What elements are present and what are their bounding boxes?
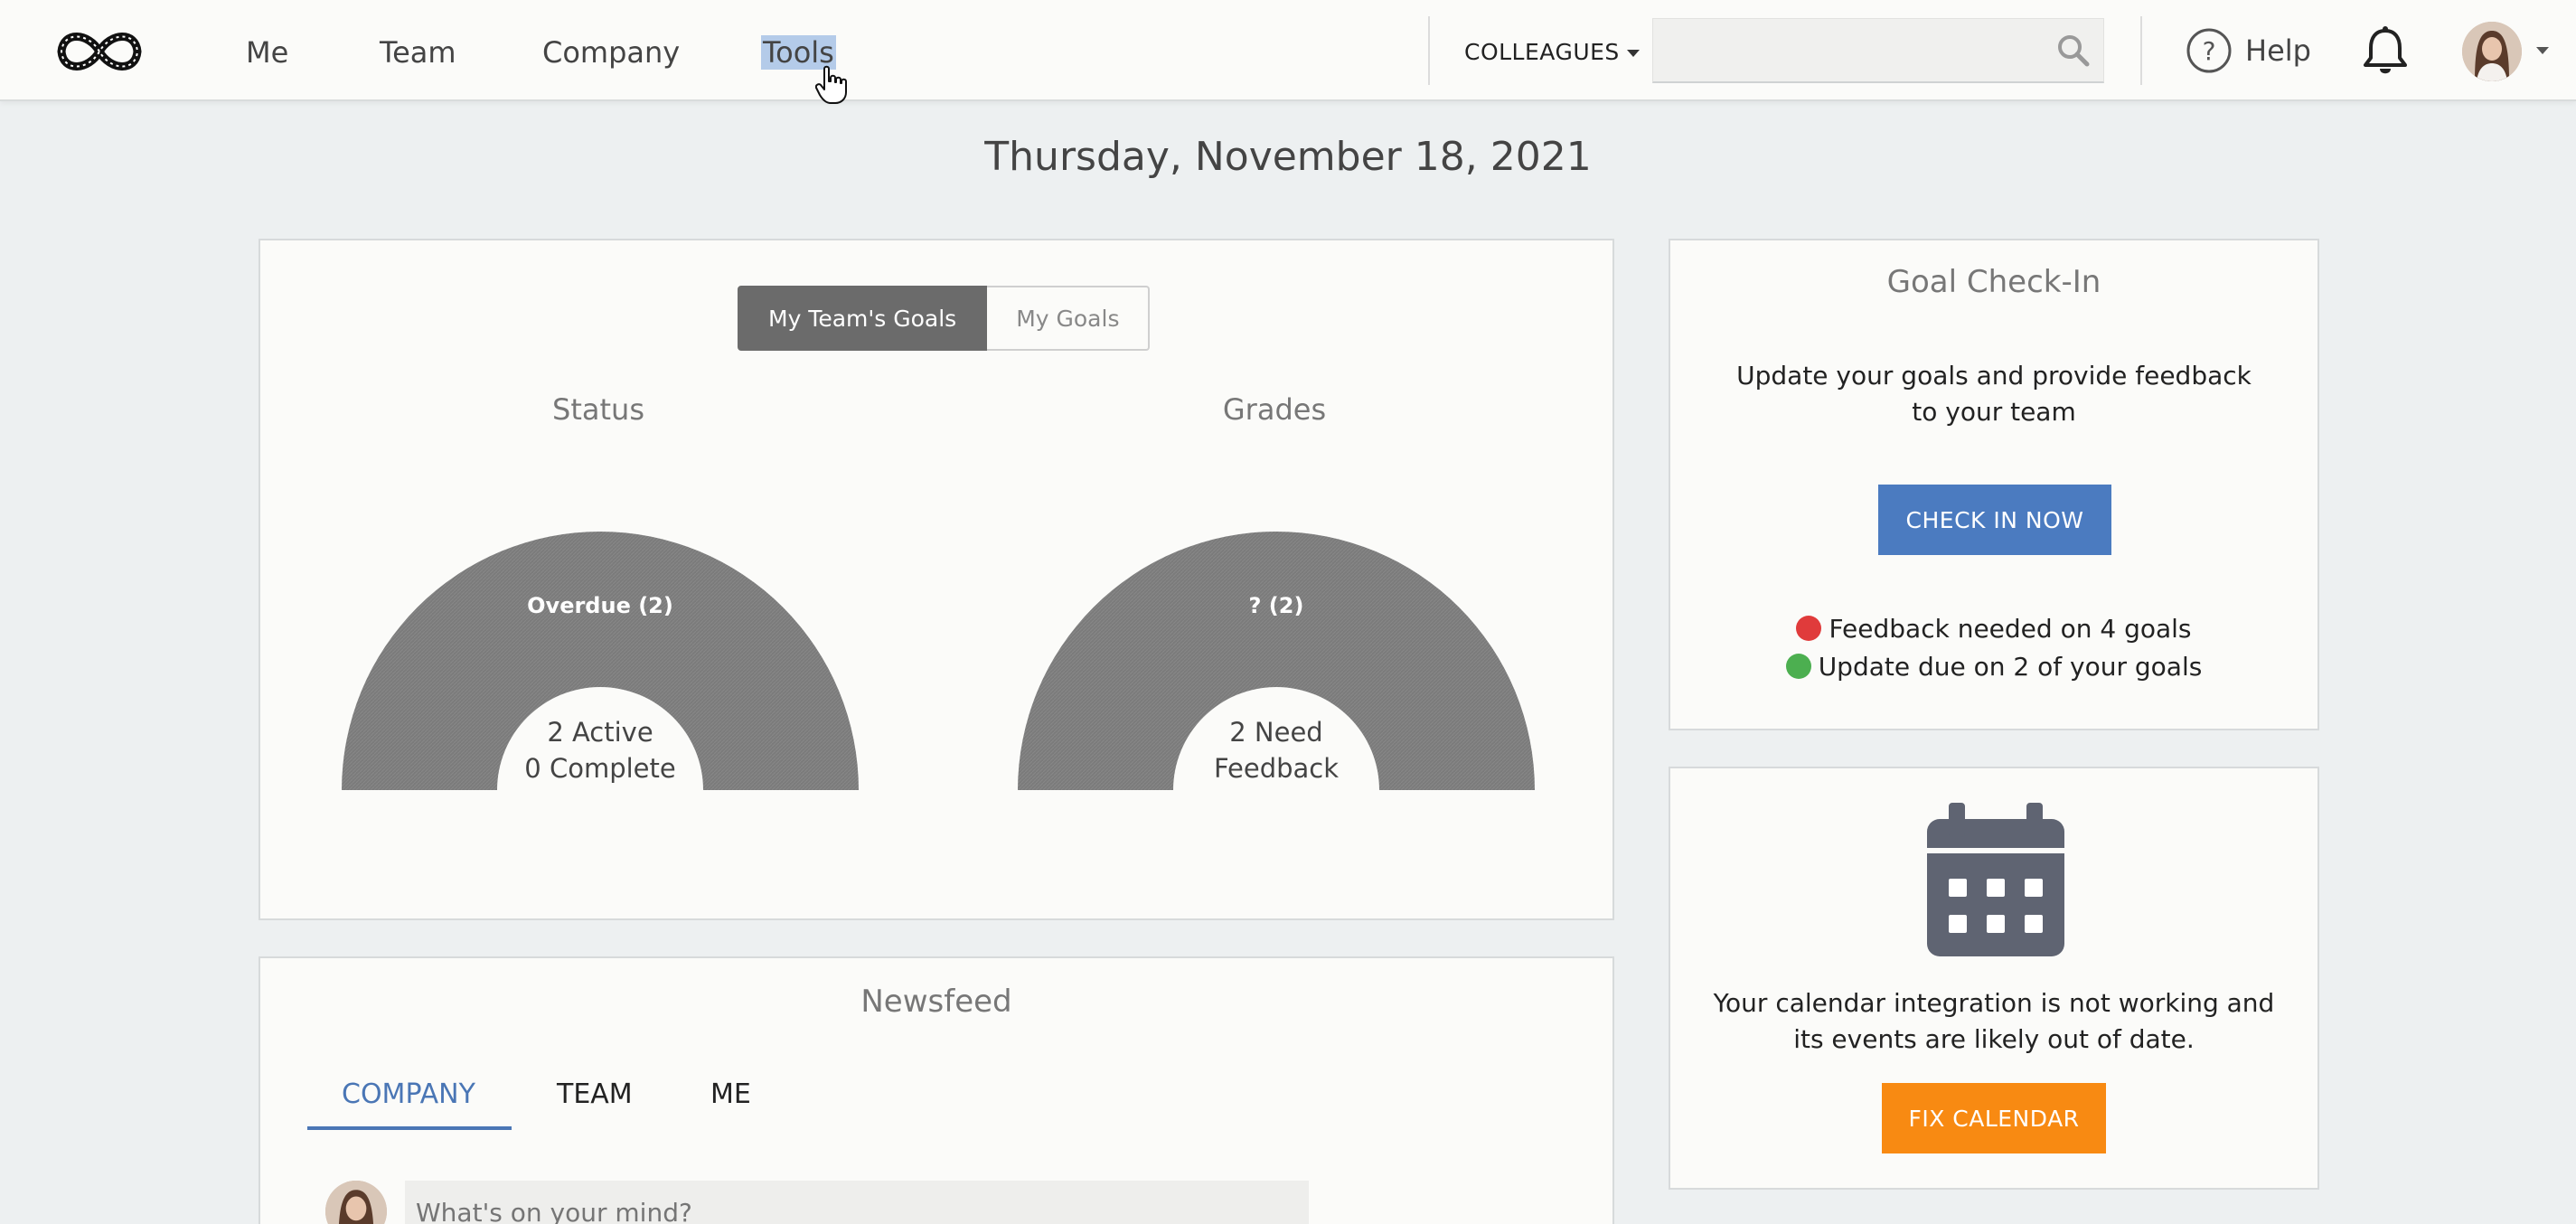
tab-team[interactable]: TEAM [557, 1072, 633, 1117]
grades-gauge-center-line1: 2 Need [1229, 717, 1323, 748]
my-goals-button[interactable]: My Goals [987, 286, 1151, 351]
grades-gauge-center-line2: Feedback [1213, 753, 1340, 784]
search-box [1652, 18, 2104, 83]
nav-item-team[interactable]: Team [380, 33, 456, 72]
checkin-description-line1: Update your goals and provide feedback [1736, 361, 2252, 391]
nav-item-company-label: Company [542, 35, 681, 70]
check-in-now-button[interactable]: CHECK IN NOW [1878, 485, 2111, 555]
tab-company[interactable]: COMPANY [342, 1072, 475, 1117]
goals-toggle: My Team's Goals My Goals [738, 286, 1151, 351]
colleagues-dropdown[interactable]: COLLEAGUES [1464, 34, 1640, 71]
status-gauge-segment-label: Overdue (2) [527, 593, 673, 618]
green-status-dot-icon [1785, 654, 1811, 679]
colleague-search-input[interactable] [1653, 19, 2042, 80]
question-circle-icon[interactable]: ? [2186, 27, 2233, 74]
status-gauge-title: Status [552, 392, 644, 427]
user-avatar[interactable] [2462, 22, 2522, 81]
nav-item-me-label: Me [246, 35, 289, 70]
status-gauge-center-line2: 0 Complete [524, 753, 676, 784]
checkin-title: Goal Check-In [1886, 264, 2101, 300]
avatar-image-icon [2462, 22, 2522, 81]
checkin-description: Update your goals and provide feedback t… [1725, 358, 2263, 430]
infinity-logo-icon[interactable] [52, 20, 146, 83]
goal-checkin-panel: Goal Check-In Update your goals and prov… [1669, 239, 2319, 730]
grades-gauge-segment-label: ? (2) [1248, 593, 1304, 618]
calendar-warning-line2: its events are likely out of date. [1793, 1024, 2195, 1054]
chevron-down-icon [1626, 50, 1640, 57]
checkin-description-line2: to your team [1912, 397, 2076, 427]
calendar-warning-text: Your calendar integration is not working… [1706, 985, 2281, 1058]
red-status-dot-icon [1796, 616, 1822, 641]
help-link[interactable]: Help [2245, 31, 2311, 71]
chevron-down-icon[interactable] [2536, 47, 2549, 54]
update-due-status: Update due on 2 of your goals [1670, 649, 2317, 685]
colleagues-label: COLLEAGUES [1464, 39, 1620, 65]
calendar-integration-panel: Your calendar integration is not working… [1669, 767, 2319, 1190]
post-author-avatar [325, 1181, 387, 1224]
fix-calendar-button[interactable]: FIX CALENDAR [1882, 1083, 2106, 1153]
nav-item-company[interactable]: Company [542, 33, 680, 72]
active-tab-underline [307, 1126, 512, 1130]
feedback-needed-text: Feedback needed on 4 goals [1829, 614, 2192, 644]
calendar-warning-line1: Your calendar integration is not working… [1713, 988, 2275, 1018]
hand-cursor-icon [815, 65, 847, 104]
nav-item-team-label: Team [380, 35, 456, 70]
top-navigation-bar: Me Team Company Tools COLLEAGUES ? Help [0, 0, 2576, 104]
avatar-image-icon [325, 1181, 387, 1224]
update-due-text: Update due on 2 of your goals [1818, 652, 2203, 682]
current-date: Thursday, November 18, 2021 [984, 134, 1592, 180]
status-gauge-center-line1: 2 Active [547, 717, 653, 748]
notification-bell-icon[interactable] [2361, 25, 2410, 78]
goals-summary-panel: My Team's Goals My Goals Status Grades O… [259, 239, 1614, 920]
calendar-icon [1927, 803, 2064, 956]
grades-gauge-title: Grades [1222, 392, 1327, 427]
nav-divider [1428, 16, 1430, 85]
feedback-needed-status: Feedback needed on 4 goals [1670, 611, 2317, 647]
svg-text:?: ? [2203, 36, 2216, 66]
nav-divider [2140, 16, 2142, 85]
nav-item-me[interactable]: Me [246, 33, 288, 72]
my-teams-goals-button[interactable]: My Team's Goals [738, 286, 988, 351]
tab-me[interactable]: ME [710, 1072, 751, 1117]
newsfeed-title: Newsfeed [860, 984, 1012, 1020]
newsfeed-panel: Newsfeed COMPANY TEAM ME [259, 956, 1614, 1224]
post-input[interactable] [405, 1181, 1309, 1224]
search-icon[interactable] [2056, 33, 2091, 68]
